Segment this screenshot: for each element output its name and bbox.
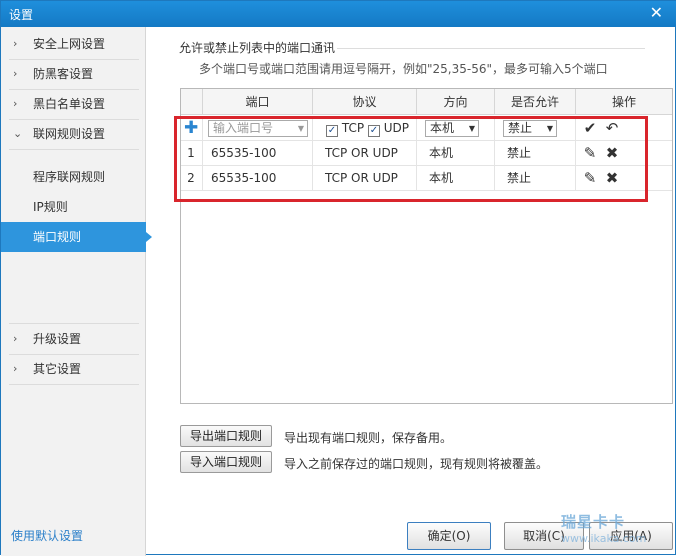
column-header-port: 端口 — [202, 89, 312, 115]
highlight-box — [174, 116, 648, 202]
sidebar-subitem-program-rules[interactable]: 程序联网规则 — [1, 162, 146, 192]
sidebar-item-safe-browsing[interactable]: › 安全上网设置 — [1, 29, 146, 59]
column-header-actions: 操作 — [575, 89, 672, 115]
title-bar: 设置 ✕ — [1, 1, 676, 27]
chevron-right-icon: › — [13, 37, 18, 50]
sidebar-item-label: 安全上网设置 — [33, 37, 106, 51]
column-header-direction: 方向 — [416, 89, 494, 115]
sidebar-item-upgrade[interactable]: › 升级设置 — [1, 324, 146, 354]
chevron-right-icon: › — [13, 362, 18, 375]
ok-button[interactable]: 确定(O) — [407, 522, 491, 550]
export-description: 导出现有端口规则，保存备用。 — [284, 431, 453, 445]
sidebar-subitem-ip-rules[interactable]: IP规则 — [1, 192, 146, 222]
sidebar-item-anti-hacker[interactable]: › 防黑客设置 — [1, 59, 146, 89]
divider — [9, 384, 139, 385]
column-header-protocol: 协议 — [312, 89, 416, 115]
chevron-right-icon: › — [13, 332, 18, 345]
sidebar-subitem-port-rules[interactable]: 端口规则 — [1, 222, 152, 252]
close-icon[interactable]: ✕ — [650, 4, 663, 22]
chevron-right-icon: › — [13, 97, 18, 110]
sidebar-item-label: 升级设置 — [33, 332, 82, 346]
settings-window: 设置 ✕ › 安全上网设置 › 防黑客设置 › 黑白名单设置 ⌄ 联网规则设置 … — [0, 0, 676, 556]
sidebar: › 安全上网设置 › 防黑客设置 › 黑白名单设置 ⌄ 联网规则设置 程序联网规… — [1, 27, 152, 556]
chevron-right-icon: › — [13, 67, 18, 80]
import-description: 导入之前保存过的端口规则，现有规则将被覆盖。 — [284, 457, 549, 471]
table-header: 端口 协议 方向 是否允许 操作 — [181, 89, 672, 115]
sidebar-item-label: 程序联网规则 — [33, 170, 106, 184]
sidebar-item-other[interactable]: › 其它设置 — [1, 354, 146, 384]
export-port-rules-button[interactable]: 导出端口规则 — [180, 425, 272, 447]
chevron-down-icon: ⌄ — [13, 127, 23, 140]
import-port-rules-button[interactable]: 导入端口规则 — [180, 451, 272, 473]
watermark-text: 瑞星卡卡 — [561, 513, 626, 531]
sidebar-item-label: 其它设置 — [33, 362, 82, 376]
section-title: 允许或禁止列表中的端口通讯 — [179, 41, 336, 55]
sidebar-item-label: IP规则 — [33, 200, 68, 214]
restore-defaults-link[interactable]: 使用默认设置 — [11, 527, 83, 544]
sidebar-item-label: 黑白名单设置 — [33, 97, 106, 111]
watermark: 瑞星卡卡 www.ikaka.com — [561, 511, 671, 545]
sidebar-item-label: 联网规则设置 — [33, 127, 106, 141]
divider — [9, 149, 139, 150]
sidebar-item-label: 端口规则 — [33, 230, 82, 244]
main-panel: 允许或禁止列表中的端口通讯 多个端口号或端口范围请用逗号隔开，例如"25,35-… — [147, 27, 676, 556]
sidebar-item-blacklist[interactable]: › 黑白名单设置 — [1, 89, 146, 119]
divider — [337, 48, 645, 49]
sidebar-item-network-rules[interactable]: ⌄ 联网规则设置 — [1, 119, 146, 149]
section-hint: 多个端口号或端口范围请用逗号隔开，例如"25,35-56"，最多可输入5个端口 — [199, 62, 608, 76]
sidebar-item-label: 防黑客设置 — [33, 67, 94, 81]
watermark-url: www.ikaka.com — [561, 532, 647, 545]
window-title: 设置 — [9, 8, 34, 22]
column-header-index — [181, 89, 202, 115]
column-header-allow: 是否允许 — [494, 89, 575, 115]
